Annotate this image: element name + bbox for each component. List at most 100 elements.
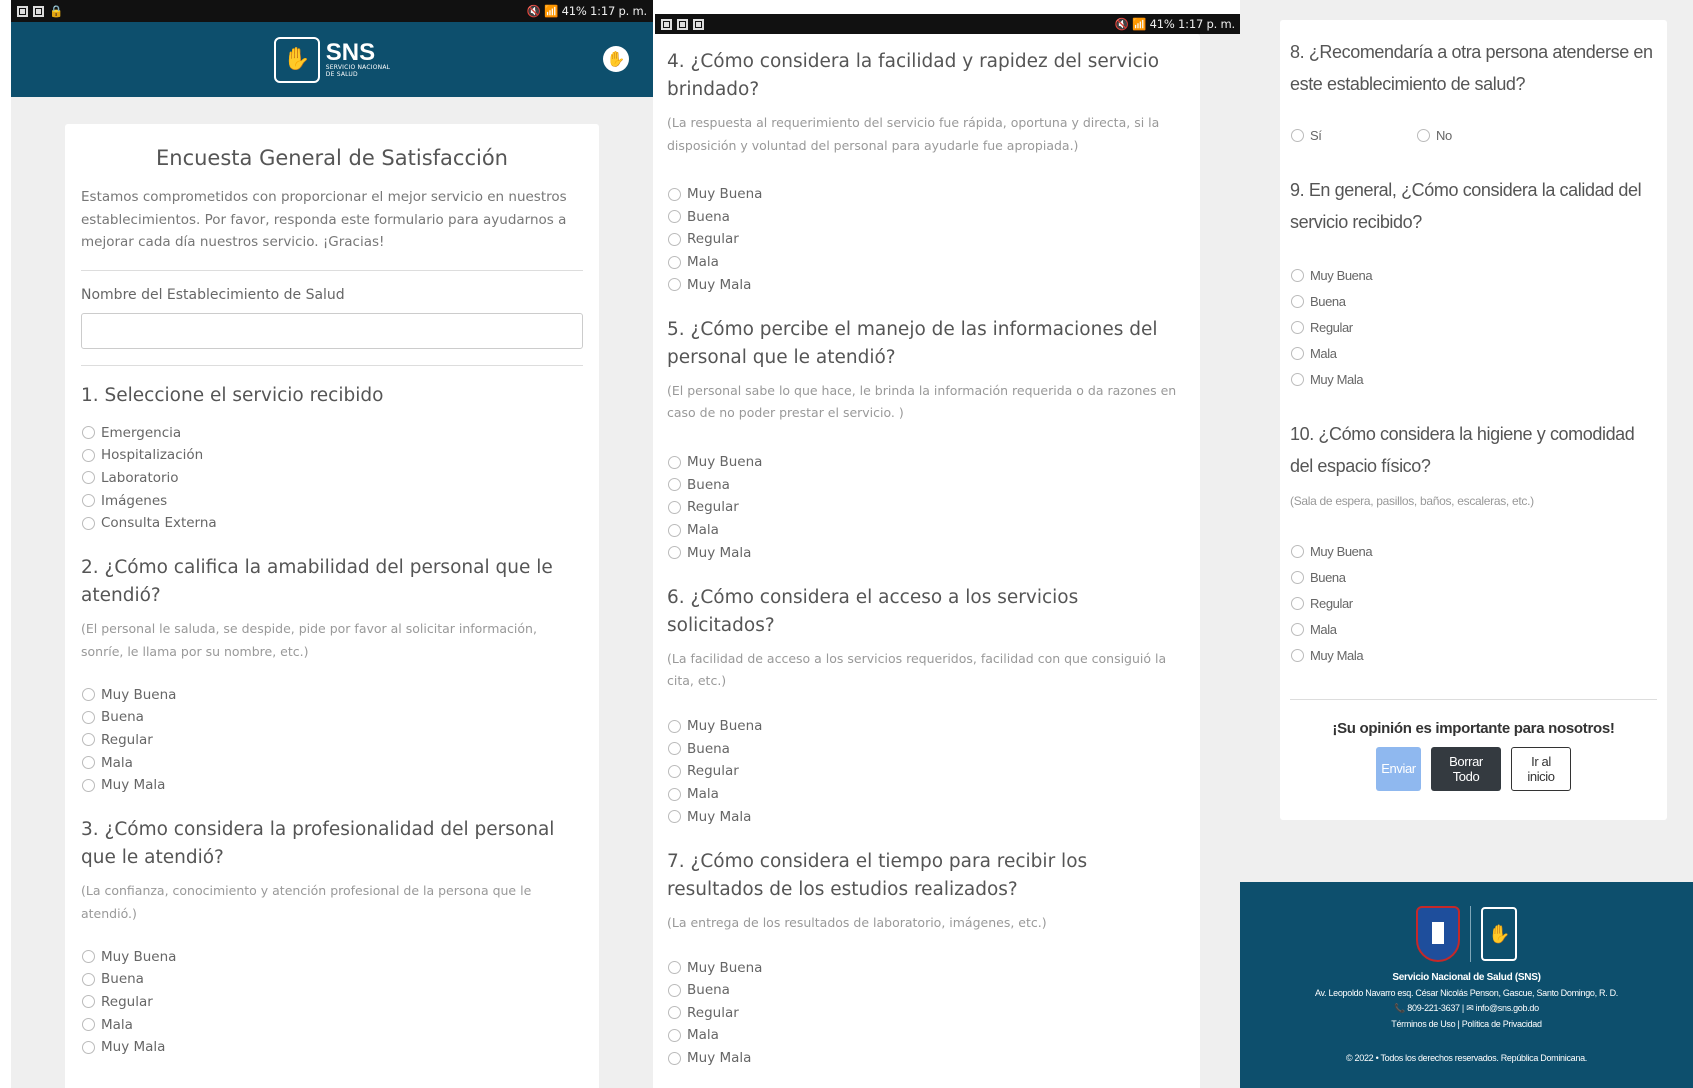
footer-address: Av. Leopoldo Navarro esq. César Nicolás … [1314, 988, 1619, 998]
question-2-options: Muy Buena Buena Regular Mala Muy Mala [81, 683, 583, 796]
question-1: 1. Seleccione el servicio recibido [81, 384, 384, 406]
form-buttons: Enviar Borrar Todo Ir al inicio [1290, 746, 1657, 791]
radio-option[interactable]: Muy Buena [667, 956, 1186, 979]
radio-option[interactable]: Muy Mala [1290, 643, 1657, 669]
radio-option[interactable]: Muy Mala [1290, 366, 1657, 392]
radio-option[interactable]: Buena [81, 968, 583, 991]
radio-icon [668, 478, 681, 492]
radio-option[interactable]: Muy Mala [667, 541, 1186, 564]
radio-option[interactable]: Buena [667, 979, 1186, 1002]
wifi-icon: 📶 [1132, 17, 1147, 31]
radio-option[interactable]: Muy Mala [81, 1036, 583, 1059]
radio-icon [668, 764, 681, 778]
notification-icon [33, 5, 44, 17]
radio-option[interactable]: Regular [667, 1002, 1186, 1025]
radio-option[interactable]: Muy Buena [667, 183, 1186, 206]
radio-option[interactable]: Muy Buena [81, 683, 583, 706]
facility-label: Nombre del Establecimiento de Salud [81, 286, 345, 303]
radio-option[interactable]: Buena [1290, 288, 1657, 314]
radio-icon [1291, 571, 1304, 584]
radio-option[interactable]: Muy Mala [667, 805, 1186, 828]
radio-icon [82, 448, 95, 462]
radio-option[interactable]: Mala [667, 1024, 1186, 1047]
radio-option[interactable]: Consulta Externa [81, 512, 583, 535]
radio-option[interactable]: Regular [667, 228, 1186, 251]
radio-option[interactable]: Regular [81, 991, 583, 1014]
radio-icon [668, 187, 681, 201]
radio-icon [668, 1051, 681, 1065]
radio-option[interactable]: Mala [667, 251, 1186, 274]
radio-option[interactable]: Mala [667, 783, 1186, 806]
radio-icon [668, 1028, 681, 1042]
site-footer: ✋ Servicio Nacional de Salud (SNS) Av. L… [1240, 882, 1693, 1088]
radio-icon [1291, 623, 1304, 636]
radio-option[interactable]: Emergencia [81, 422, 583, 445]
status-time: 41% 1:17 p. m. [561, 4, 648, 18]
privacy-link[interactable]: Política de Privacidad [1462, 1019, 1542, 1029]
radio-icon [668, 500, 681, 514]
radio-option[interactable]: Buena [667, 206, 1186, 229]
radio-option-yes[interactable]: Sí [1290, 122, 1416, 148]
radio-icon [668, 232, 681, 246]
footer-logos: ✋ [1240, 904, 1693, 964]
radio-icon [82, 756, 95, 770]
question-5: 5. ¿Cómo percibe el manejo de las inform… [667, 318, 1158, 368]
radio-option[interactable]: Muy Mala [667, 273, 1186, 296]
radio-icon [668, 278, 681, 292]
radio-option[interactable]: Muy Buena [1290, 539, 1657, 565]
radio-icon [1291, 346, 1304, 360]
radio-option[interactable]: Imágenes [81, 489, 583, 512]
footer-org-name: Servicio Nacional de Salud (SNS) [1392, 972, 1541, 983]
radio-option[interactable]: Buena [1290, 565, 1657, 591]
radio-option[interactable]: Regular [1290, 314, 1657, 340]
clear-all-button[interactable]: Borrar Todo [1431, 746, 1501, 791]
radio-option[interactable]: Mala [81, 1013, 583, 1036]
terms-link[interactable]: Términos de Uso [1391, 1019, 1455, 1029]
radio-option[interactable]: Muy Buena [81, 945, 583, 968]
radio-icon [668, 961, 681, 975]
sns-hands-icon: ✋ [273, 36, 320, 83]
footer-email[interactable]: info@sns.gob.do [1476, 1003, 1539, 1013]
radio-option[interactable]: Regular [1290, 591, 1657, 617]
radio-option[interactable]: Buena [667, 474, 1186, 497]
survey-card-continued: 4. ¿Cómo considera la facilidad y rapide… [655, 34, 1200, 1088]
radio-icon [668, 719, 681, 733]
radio-option[interactable]: Regular [667, 760, 1186, 783]
radio-icon [1291, 649, 1304, 662]
radio-option-no[interactable]: No [1416, 122, 1542, 148]
radio-option[interactable]: Buena [667, 738, 1186, 761]
survey-title: Encuesta General de Satisfacción [156, 146, 508, 170]
radio-option[interactable]: Regular [81, 729, 583, 752]
radio-option[interactable]: Muy Buena [667, 451, 1186, 474]
mute-icon: 🔇 [526, 4, 541, 18]
notification-icon [17, 5, 28, 17]
radio-icon [82, 1018, 95, 1032]
radio-option[interactable]: Muy Buena [667, 715, 1186, 738]
radio-option[interactable]: Mala [667, 519, 1186, 542]
footer-phone[interactable]: 809-221-3637 [1407, 1003, 1460, 1013]
radio-option[interactable]: Muy Mala [81, 774, 583, 797]
radio-icon [1417, 128, 1430, 142]
radio-option[interactable]: Hospitalización [81, 444, 583, 467]
facility-input[interactable] [81, 312, 583, 349]
sns-logo[interactable]: ✋ SNS SERVICIO NACIONAL DE SALUD [273, 36, 390, 83]
notification-icon [677, 18, 688, 30]
go-home-button[interactable]: Ir al inicio [1511, 746, 1571, 791]
radio-option[interactable]: Mala [1290, 617, 1657, 643]
menu-logo-icon[interactable]: ✋ [603, 46, 629, 72]
radio-option[interactable]: Muy Buena [1290, 262, 1657, 288]
question-7-hint: (La entrega de los resultados de laborat… [667, 914, 1047, 930]
closing-section: ¡Su opinión es importante para nosotros!… [1290, 698, 1657, 791]
radio-option[interactable]: Mala [81, 751, 583, 774]
radio-icon [82, 950, 95, 964]
question-7-options: Muy Buena Buena Regular Mala Muy Mala [667, 956, 1186, 1069]
question-5-options: Muy Buena Buena Regular Mala Muy Mala [667, 451, 1186, 564]
send-button[interactable]: Enviar [1376, 746, 1421, 791]
radio-option[interactable]: Muy Mala [667, 1047, 1186, 1070]
question-10: 10. ¿Cómo considera la higiene y comodid… [1290, 424, 1635, 476]
brand-name: SNS [325, 38, 376, 66]
radio-option[interactable]: Mala [1290, 340, 1657, 366]
radio-option[interactable]: Buena [81, 706, 583, 729]
radio-option[interactable]: Regular [667, 496, 1186, 519]
radio-option[interactable]: Laboratorio [81, 467, 583, 490]
